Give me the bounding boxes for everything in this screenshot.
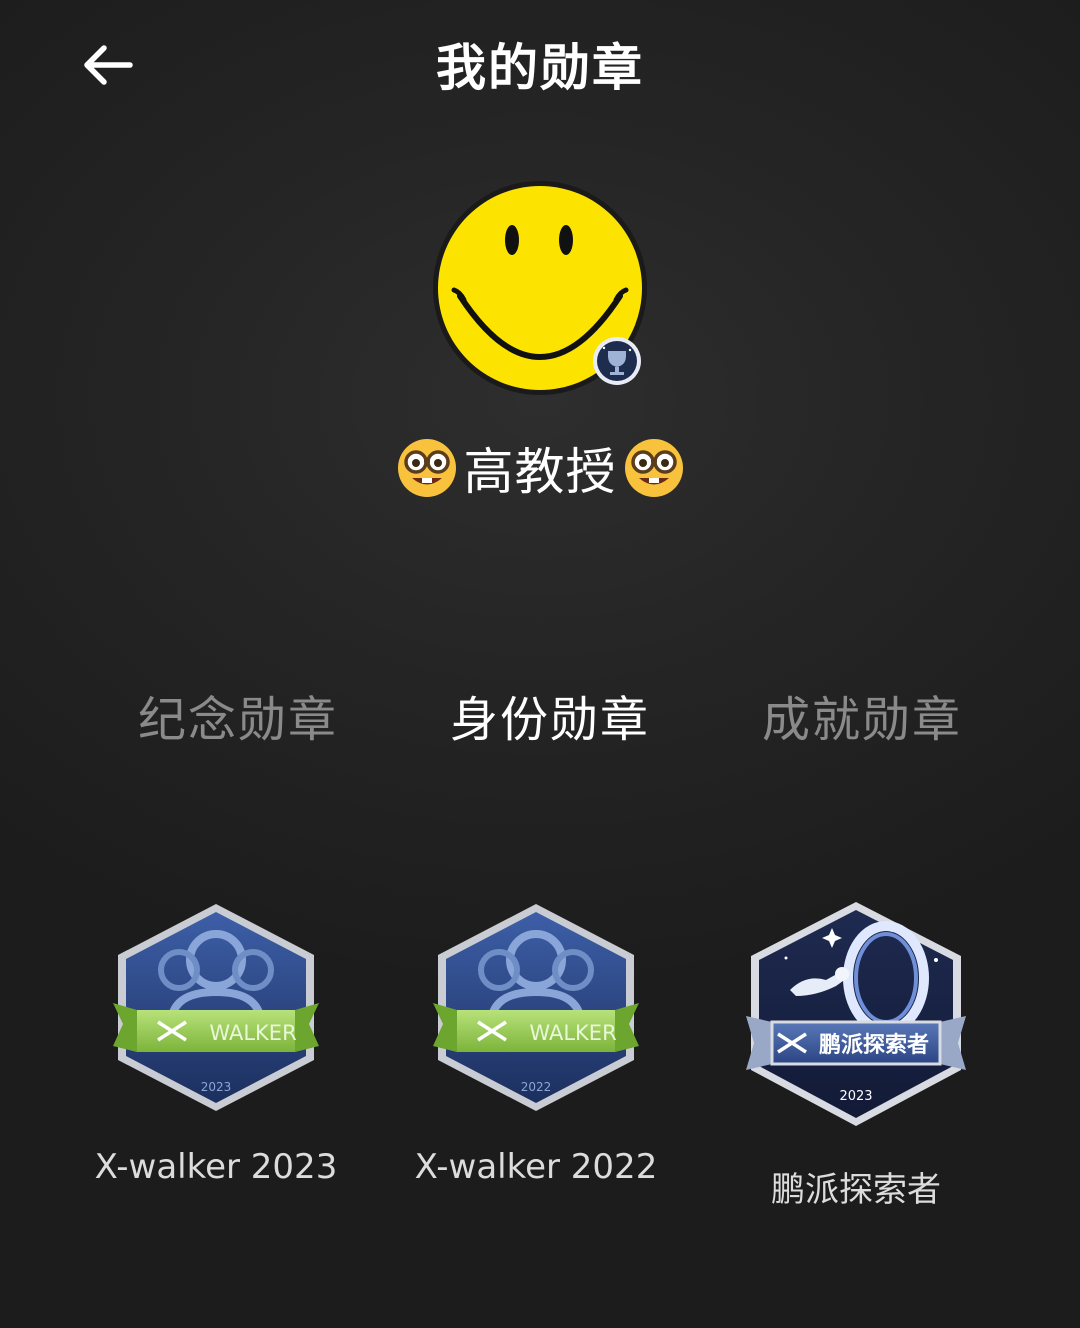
badge-label: 鹏派探索者 [771, 1170, 941, 1210]
avatar-container [430, 178, 650, 398]
tab-achievement[interactable]: 成就勋章 [762, 680, 962, 750]
nerd-face-emoji-icon [624, 439, 683, 497]
badge-explorer[interactable]: 鹏派探索者 2023 鹏派探索者 [716, 900, 996, 1211]
header-bar: 我的勋章 [0, 0, 1080, 130]
badge-ribbon-text: WALKER [209, 1021, 296, 1045]
badge-label: X-walker 2022 [414, 1147, 658, 1187]
badge-x-walker-2023[interactable]: WALKER 2023 X-walker 2023 [76, 900, 356, 1187]
tab-commemorative[interactable]: 纪念勋章 [138, 680, 338, 750]
walker-badge-icon: WALKER 2023 [113, 904, 319, 1111]
trophy-badge-icon [593, 337, 641, 385]
page-title: 我的勋章 [436, 39, 644, 97]
tab-identity[interactable]: 身份勋章 [450, 680, 650, 750]
badge-x-walker-2022[interactable]: WALKER 2022 X-walker 2022 [396, 900, 676, 1187]
nickname-text: 高教授 [463, 443, 617, 501]
badge-category-tabs: 纪念勋章 身份勋章 成就勋章 [0, 680, 1080, 760]
explorer-badge-icon: 鹏派探索者 2023 [746, 902, 966, 1126]
badge-year-text: 2023 [201, 1080, 232, 1094]
badge-label: X-walker 2023 [94, 1147, 338, 1187]
nerd-face-emoji-icon [397, 439, 456, 497]
badge-ribbon-text: 鹏派探索者 [819, 1032, 929, 1058]
walker-badge-icon: WALKER 2022 [433, 904, 639, 1111]
nickname-row: 高教授 [0, 432, 1080, 504]
badge-year-text: 2022 [521, 1080, 552, 1094]
badge-year-text: 2023 [839, 1089, 872, 1104]
badge-ribbon-text: WALKER [529, 1021, 616, 1045]
